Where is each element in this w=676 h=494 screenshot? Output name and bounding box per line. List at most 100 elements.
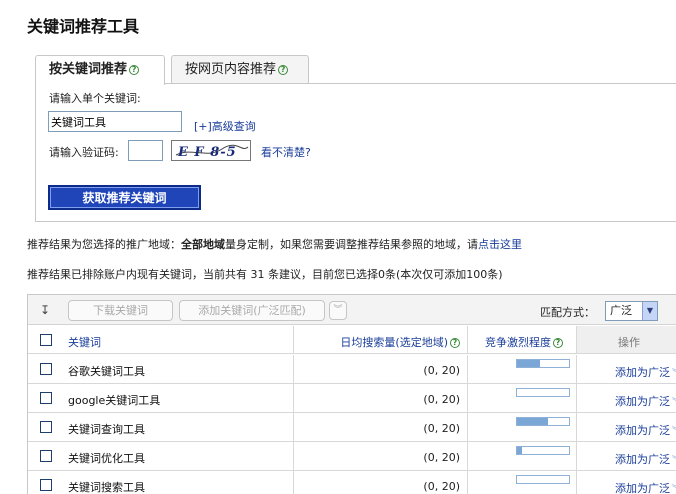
help-icon[interactable]: ? xyxy=(278,65,289,75)
row-checkbox[interactable] xyxy=(40,450,52,462)
add-as-broad-link[interactable]: 添加为广泛︾ xyxy=(615,393,676,409)
row-volume: (0, 20) xyxy=(423,480,460,493)
tab-keyword-recommend[interactable]: 按关键词推荐? xyxy=(35,55,165,85)
competition-bar-fill xyxy=(517,418,549,425)
row-volume-cell: (0, 20) xyxy=(294,384,468,412)
row-keyword-cell: 关键词查询工具 xyxy=(62,413,294,441)
results-toolbar: ↧ 下载关键词 添加关键词(广泛匹配) ︾ 匹配方式： 广泛 ▼ xyxy=(28,295,676,325)
add-as-broad-label: 添加为广泛 xyxy=(615,395,670,408)
volume-header-label: 日均搜索量(选定地域) xyxy=(340,336,448,349)
row-competition-cell xyxy=(468,355,577,383)
table-row: google关键词工具 (0, 20) 添加为广泛︾ xyxy=(28,384,676,413)
captcha-text: E F 8-5 xyxy=(177,145,237,160)
competition-bar-fill xyxy=(517,360,541,367)
competition-bar xyxy=(516,359,570,368)
volume-column-header[interactable]: 日均搜索量(选定地域)? xyxy=(340,334,460,350)
captcha-unclear-link[interactable]: 看不清楚? xyxy=(261,144,311,160)
row-competition-cell xyxy=(468,442,577,470)
row-checkbox-cell xyxy=(28,413,62,441)
competition-bar-fill xyxy=(517,447,523,454)
results-table: ↧ 下载关键词 添加关键词(广泛匹配) ︾ 匹配方式： 广泛 ▼ 关键词 日均搜… xyxy=(27,294,676,494)
row-checkbox-cell xyxy=(28,384,62,412)
captcha-image: E F 8-5 xyxy=(171,140,251,161)
captcha-glyphs: E F 8-5 xyxy=(175,144,249,160)
advanced-query-link[interactable]: [+]高级查询 xyxy=(194,118,256,134)
help-icon[interactable]: ? xyxy=(450,338,460,348)
row-keyword: 关键词优化工具 xyxy=(68,452,145,465)
competition-bar xyxy=(516,417,570,426)
header-operation-cell: 操作 xyxy=(577,326,676,353)
operation-column-header: 操作 xyxy=(618,336,640,349)
row-competition-cell xyxy=(468,471,577,494)
competition-bar xyxy=(516,388,570,397)
row-keyword-cell: 关键词优化工具 xyxy=(62,442,294,470)
row-volume: (0, 20) xyxy=(423,422,460,435)
row-checkbox[interactable] xyxy=(40,363,52,375)
tab-label: 按网页内容推荐 xyxy=(185,62,277,77)
row-operation-cell: 添加为广泛︾ xyxy=(577,384,676,412)
table-row: 关键词搜索工具 (0, 20) 添加为广泛︾ xyxy=(28,471,676,494)
competition-column-header[interactable]: 竞争激烈程度? xyxy=(485,334,563,350)
add-as-broad-link[interactable]: 添加为广泛︾ xyxy=(615,451,676,467)
get-recommendations-button[interactable]: 获取推荐关键词 xyxy=(48,185,201,210)
help-icon[interactable]: ? xyxy=(553,338,563,348)
row-operation-cell: 添加为广泛︾ xyxy=(577,355,676,383)
row-volume: (0, 20) xyxy=(423,393,460,406)
row-keyword: google关键词工具 xyxy=(68,394,161,407)
download-keywords-button[interactable]: 下载关键词 xyxy=(68,300,173,321)
competition-bar xyxy=(516,475,570,484)
add-as-broad-link[interactable]: 添加为广泛︾ xyxy=(615,480,676,494)
page-title: 关键词推荐工具 xyxy=(27,17,140,36)
table-row: 关键词查询工具 (0, 20) 添加为广泛︾ xyxy=(28,413,676,442)
table-row: 关键词优化工具 (0, 20) 添加为广泛︾ xyxy=(28,442,676,471)
row-operation-cell: 添加为广泛︾ xyxy=(577,442,676,470)
region-info: 推荐结果为您选择的推广地域：全部地域量身定制，如果您需要调整推荐结果参照的地域，… xyxy=(27,236,522,252)
add-as-broad-link[interactable]: 添加为广泛︾ xyxy=(615,422,676,438)
captcha-label: 请输入验证码: xyxy=(49,146,119,159)
row-checkbox[interactable] xyxy=(40,479,52,491)
select-all-checkbox[interactable] xyxy=(40,334,52,346)
chevron-down-icon[interactable]: ︾ xyxy=(672,398,676,408)
header-checkbox-cell xyxy=(28,326,62,353)
row-keyword: 谷歌关键词工具 xyxy=(68,365,145,378)
match-type-select[interactable]: 广泛 ▼ xyxy=(605,301,658,321)
change-region-link[interactable]: 点击这里 xyxy=(478,238,522,251)
row-keyword: 关键词查询工具 xyxy=(68,423,145,436)
add-as-broad-label: 添加为广泛 xyxy=(615,453,670,466)
row-checkbox[interactable] xyxy=(40,421,52,433)
chevron-down-icon[interactable]: ︾ xyxy=(672,485,676,494)
result-count-info: 推荐结果已排除账户内现有关键词，当前共有 31 条建议，目前您已选择0条(本次仅… xyxy=(27,268,503,281)
competition-bar xyxy=(516,446,570,455)
region-info-prefix: 推荐结果为您选择的推广地域： xyxy=(27,238,181,251)
row-volume-cell: (0, 20) xyxy=(294,413,468,441)
row-keyword-cell: 关键词搜索工具 xyxy=(62,471,294,494)
row-checkbox[interactable] xyxy=(40,392,52,404)
add-keywords-button[interactable]: 添加关键词(广泛匹配) xyxy=(179,300,325,321)
region-info-middle: 量身定制，如果您需要调整推荐结果参照的地域，请 xyxy=(225,238,478,251)
chevron-down-icon[interactable]: ︾ xyxy=(672,456,676,466)
chevron-down-icon[interactable]: ︾ xyxy=(672,427,676,437)
dropdown-arrow-icon[interactable]: ▼ xyxy=(642,302,657,320)
sort-icon[interactable]: ↧ xyxy=(40,303,50,317)
row-volume-cell: (0, 20) xyxy=(294,355,468,383)
row-volume: (0, 20) xyxy=(423,364,460,377)
row-checkbox-cell xyxy=(28,442,62,470)
row-competition-cell xyxy=(468,413,577,441)
row-keyword-cell: 谷歌关键词工具 xyxy=(62,355,294,383)
row-volume: (0, 20) xyxy=(423,451,460,464)
captcha-input[interactable] xyxy=(128,140,163,161)
chevron-down-icon[interactable]: ︾ xyxy=(329,301,347,320)
add-as-broad-link[interactable]: 添加为广泛︾ xyxy=(615,364,676,380)
row-keyword-cell: google关键词工具 xyxy=(62,384,294,412)
table-header: 关键词 日均搜索量(选定地域)? 竞争激烈程度? 操作 xyxy=(28,326,676,354)
row-operation-cell: 添加为广泛︾ xyxy=(577,413,676,441)
tab-label: 按关键词推荐 xyxy=(49,62,128,77)
keyword-column-header[interactable]: 关键词 xyxy=(68,334,101,350)
keyword-input[interactable] xyxy=(48,111,182,132)
chevron-down-icon[interactable]: ︾ xyxy=(672,369,676,379)
tab-webpage-recommend[interactable]: 按网页内容推荐? xyxy=(171,55,309,84)
keyword-label: 请输入单个关键词: xyxy=(49,92,141,105)
add-as-broad-label: 添加为广泛 xyxy=(615,366,670,379)
row-checkbox-cell xyxy=(28,471,62,494)
help-icon[interactable]: ? xyxy=(129,65,140,75)
